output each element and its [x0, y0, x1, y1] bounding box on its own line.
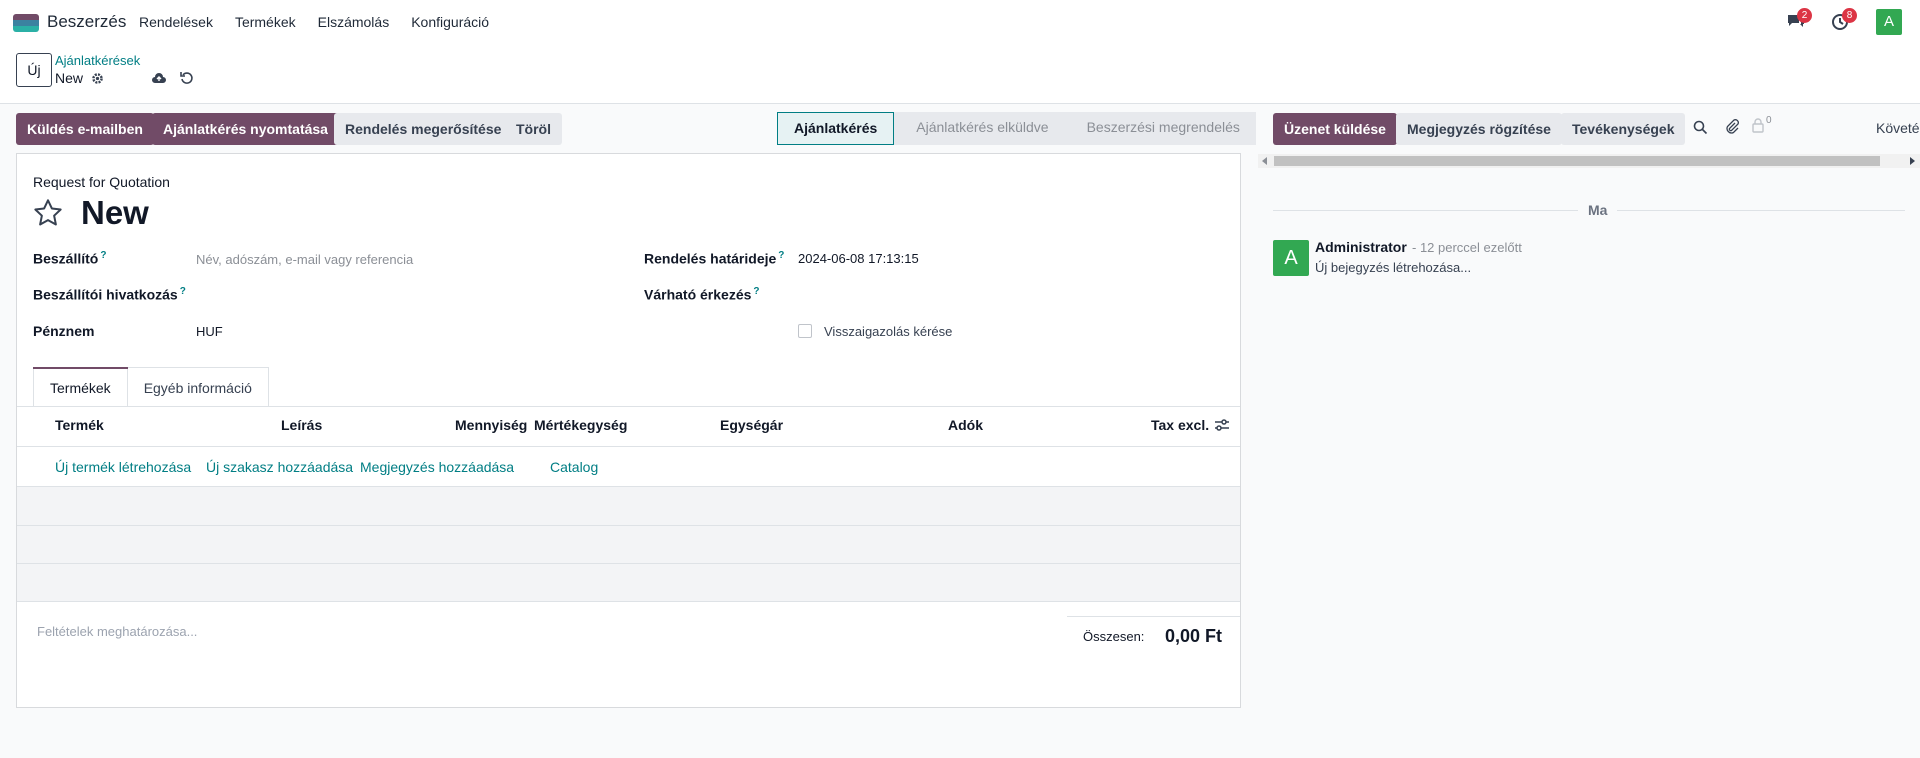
follow-button[interactable]: Követé [1876, 120, 1920, 136]
control-panel: Új Ajánlatkérések New [0, 44, 1920, 104]
help-tooltip-icon[interactable]: ? [753, 286, 759, 297]
tabs-bottom-border [17, 406, 1240, 407]
messages-icon[interactable]: 2 [1786, 8, 1812, 34]
menu-item-configuration[interactable]: Konfiguráció [411, 14, 489, 30]
vendor-label-text: Beszállító [33, 250, 99, 267]
table-header-border [17, 446, 1240, 447]
confirm-order-button[interactable]: Rendelés megerősítése [334, 113, 513, 145]
main-menu: Rendelések Termékek Elszámolás Konfigurá… [139, 14, 511, 30]
table-row [17, 487, 1240, 525]
menu-item-products[interactable]: Termékek [235, 14, 296, 30]
help-tooltip-icon[interactable]: ? [778, 250, 784, 261]
optional-columns-icon[interactable] [1214, 418, 1230, 435]
send-email-button[interactable]: Küldés e-mailben [16, 113, 154, 145]
message-author-avatar: A [1273, 240, 1309, 276]
table-row [17, 564, 1240, 602]
horizontal-scrollbar[interactable] [1258, 154, 1920, 168]
terms-input[interactable]: Feltételek meghatározása... [37, 624, 197, 639]
total-separator [1067, 616, 1240, 617]
favorite-star-icon[interactable] [32, 197, 64, 232]
user-avatar[interactable]: A [1876, 9, 1902, 35]
expected-arrival-label-text: Várható érkezés [644, 286, 752, 303]
column-header-uom[interactable]: Mértékegység [534, 417, 627, 433]
column-header-quantity[interactable]: Mennyiség [455, 417, 527, 433]
column-header-tax-excl[interactable]: Tax excl. [1151, 417, 1209, 433]
column-header-unit-price[interactable]: Egységár [720, 417, 783, 433]
currency-field[interactable]: HUF [196, 324, 223, 339]
notebook-tabs: Termékek Egyéb információ [33, 367, 269, 407]
discard-icon[interactable] [180, 71, 194, 88]
vendor-input[interactable]: Név, adószám, e-mail vagy referencia [196, 252, 413, 267]
ask-confirmation-checkbox[interactable] [798, 324, 812, 338]
activities-button[interactable]: Tevékenységek [1561, 113, 1686, 145]
breadcrumb-current-label: New [55, 70, 84, 86]
paperclip-icon[interactable] [1724, 118, 1740, 137]
activities-badge: 8 [1842, 8, 1857, 23]
expected-arrival-input[interactable] [798, 284, 1218, 304]
column-header-taxes[interactable]: Adók [948, 417, 983, 433]
breadcrumb-current: New [55, 70, 104, 86]
scroll-right-arrow-icon[interactable] [1910, 157, 1915, 165]
help-tooltip-icon[interactable]: ? [180, 286, 186, 297]
help-tooltip-icon[interactable]: ? [100, 250, 106, 261]
lock-icon [1752, 118, 1764, 133]
total-label: Összesen: [1083, 629, 1145, 644]
currency-label: Pénznem [33, 323, 95, 339]
order-deadline-label-text: Rendelés határideje [644, 250, 777, 267]
message-time: - 12 perccel ezelőtt [1412, 240, 1522, 255]
send-message-button[interactable]: Üzenet küldése [1273, 113, 1397, 145]
stage-rfq[interactable]: Ajánlatkérés [777, 112, 895, 145]
top-navbar: Beszerzés Rendelések Termékek Elszámolás… [0, 0, 1920, 44]
ask-confirmation-label: Visszaigazolás kérése [824, 324, 953, 339]
record-title[interactable]: New [81, 194, 149, 232]
add-section-link[interactable]: Új szakasz hozzáadása [206, 459, 353, 475]
add-product-link[interactable]: Új termék létrehozása [55, 459, 191, 475]
scroll-left-arrow-icon[interactable] [1262, 157, 1267, 165]
order-deadline-label: Rendelés határideje? [644, 250, 784, 267]
message-body: Új bejegyzés létrehozása... [1315, 260, 1472, 275]
scrollbar-thumb[interactable] [1274, 156, 1880, 166]
gear-icon[interactable] [91, 72, 104, 85]
status-bar: Ajánlatkérés Ajánlatkérés elküldve Besze… [777, 112, 1256, 145]
form-sheet: Request for Quotation New Beszállító? Né… [16, 153, 1241, 708]
log-note-button[interactable]: Megjegyzés rögzítése [1396, 113, 1562, 145]
menu-item-orders[interactable]: Rendelések [139, 14, 213, 30]
date-separator: Ma [1578, 202, 1618, 218]
vendor-reference-label: Beszállítói hivatkozás? [33, 286, 186, 303]
form-subtitle: Request for Quotation [33, 174, 170, 190]
save-cloud-icon[interactable] [151, 71, 167, 87]
app-name[interactable]: Beszerzés [47, 12, 126, 32]
vendor-label: Beszállító? [33, 250, 106, 267]
search-icon[interactable] [1693, 120, 1708, 138]
tab-other-info[interactable]: Egyéb információ [127, 367, 269, 407]
stage-purchase-order[interactable]: Beszerzési megrendelés [1064, 112, 1256, 145]
order-deadline-field[interactable]: 2024-06-08 17:13:15 [798, 251, 919, 266]
column-header-description[interactable]: Leírás [281, 417, 322, 433]
catalog-link[interactable]: Catalog [550, 459, 598, 475]
messages-badge: 2 [1797, 8, 1812, 23]
table-row-border [17, 601, 1240, 602]
activities-icon[interactable]: 8 [1831, 8, 1857, 34]
tab-products[interactable]: Termékek [33, 367, 128, 407]
add-note-link[interactable]: Megjegyzés hozzáadása [360, 459, 514, 475]
vendor-reference-input[interactable] [196, 284, 616, 304]
menu-item-accounting[interactable]: Elszámolás [318, 14, 390, 30]
total-amount: 0,00 Ft [1165, 626, 1223, 646]
breadcrumb-parent[interactable]: Ajánlatkérések [55, 53, 140, 68]
vendor-reference-label-text: Beszállítói hivatkozás [33, 286, 178, 303]
followers-count: 0 [1766, 115, 1772, 126]
message-author[interactable]: Administrator [1315, 239, 1407, 255]
stage-rfq-sent[interactable]: Ajánlatkérés elküldve [894, 112, 1065, 145]
delete-button[interactable]: Töröl [505, 113, 562, 145]
new-button[interactable]: Új [16, 53, 52, 87]
print-rfq-button[interactable]: Ajánlatkérés nyomtatása [152, 113, 339, 145]
expected-arrival-label: Várható érkezés? [644, 286, 760, 303]
table-row [17, 526, 1240, 564]
column-header-product[interactable]: Termék [55, 417, 104, 433]
purchase-app-icon[interactable] [13, 14, 39, 32]
followers-button[interactable]: 0 [1752, 115, 1772, 133]
